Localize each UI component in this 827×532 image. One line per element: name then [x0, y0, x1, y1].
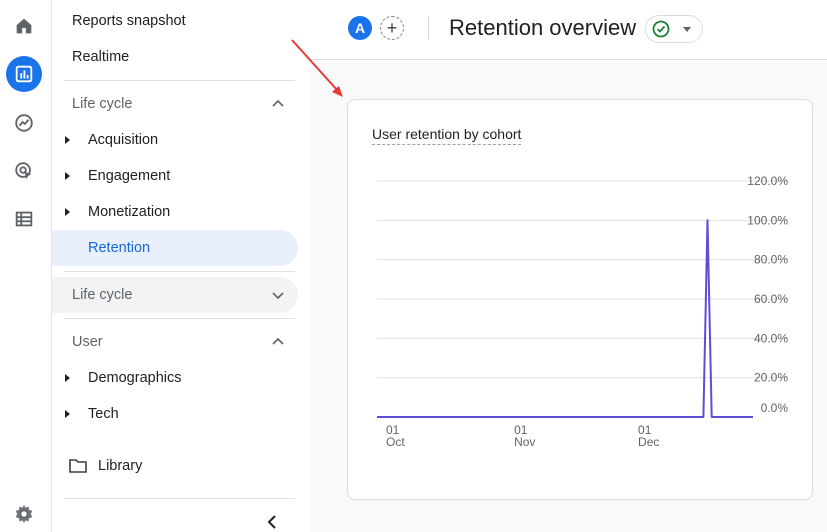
- section-lifecycle-collapsed[interactable]: Life cycle: [52, 277, 298, 313]
- nav-item-label: Demographics: [88, 370, 182, 386]
- y-tick-label: 120.0%: [747, 174, 788, 188]
- chevron-down-icon: [272, 292, 284, 300]
- divider: [64, 80, 295, 81]
- comparison-avatar[interactable]: A: [348, 16, 372, 40]
- configure-icon[interactable]: [6, 201, 42, 237]
- y-tick-label: 60.0%: [754, 292, 788, 306]
- nav-item-tech[interactable]: Tech: [52, 396, 298, 432]
- nav-item-acquisition[interactable]: Acquisition: [52, 122, 298, 158]
- nav-realtime[interactable]: Realtime: [72, 49, 129, 65]
- y-tick-label: 80.0%: [754, 253, 788, 267]
- explore-icon[interactable]: [6, 105, 42, 141]
- section-lifecycle-header[interactable]: Life cycle: [52, 86, 298, 122]
- x-tick-month: Oct: [386, 435, 405, 449]
- left-rail: [0, 0, 52, 532]
- nav-item-label: Retention: [88, 240, 151, 256]
- section-lifecycle-label: Life cycle: [72, 96, 133, 112]
- divider: [64, 318, 295, 319]
- expand-arrow-icon: [65, 172, 70, 180]
- nav-reports-snapshot[interactable]: Reports snapshot: [72, 13, 186, 29]
- section-user-header[interactable]: User: [52, 324, 298, 360]
- gear-icon[interactable]: [6, 496, 42, 532]
- y-tick-label: 20.0%: [754, 371, 788, 385]
- add-comparison-button[interactable]: +: [380, 16, 404, 40]
- caret-down-icon: [683, 27, 691, 32]
- status-dropdown[interactable]: [645, 15, 703, 43]
- page-title: Retention overview: [449, 15, 637, 40]
- y-tick-label: 0.0%: [761, 401, 789, 415]
- reports-nav: Reports snapshot Realtime Life cycle Acq…: [52, 0, 310, 532]
- nav-item-monetization[interactable]: Monetization: [52, 194, 298, 230]
- nav-item-label: Engagement: [88, 168, 171, 184]
- section-lifecycle-collapsed-label: Life cycle: [72, 287, 133, 303]
- folder-icon: [69, 459, 87, 473]
- check-circle-icon: [652, 20, 670, 38]
- expand-arrow-icon: [65, 208, 70, 216]
- main-content: User retention by cohort 120.0% 100.0% 80.…: [310, 61, 827, 532]
- nav-item-demographics[interactable]: Demographics: [52, 360, 298, 396]
- expand-arrow-icon: [65, 410, 70, 418]
- expand-arrow-icon: [65, 136, 70, 144]
- divider: [64, 271, 295, 272]
- reports-icon[interactable]: [6, 56, 42, 92]
- retention-series-line: [377, 219, 753, 418]
- nav-item-label: Monetization: [88, 204, 171, 220]
- chevron-up-icon: [272, 99, 284, 107]
- nav-item-retention[interactable]: Retention: [52, 230, 298, 266]
- nav-library[interactable]: Library: [68, 456, 142, 476]
- divider: [64, 498, 295, 499]
- expand-arrow-icon: [65, 374, 70, 382]
- page-header: A + Retention overview: [310, 0, 827, 60]
- nav-item-label: Acquisition: [88, 132, 159, 148]
- home-icon[interactable]: [6, 8, 42, 44]
- nav-item-label: Tech: [88, 406, 119, 422]
- nav-item-engagement[interactable]: Engagement: [52, 158, 298, 194]
- retention-card: User retention by cohort 120.0% 100.0% 80.…: [347, 99, 813, 500]
- retention-chart: 120.0%100.0%80.0%60.0%40.0%20.0%0.0%01Oc…: [377, 174, 789, 449]
- x-tick-month: Dec: [638, 435, 659, 449]
- header-divider: [428, 16, 429, 40]
- chevron-up-icon: [272, 337, 284, 345]
- advertising-icon[interactable]: [6, 153, 42, 189]
- x-tick-month: Nov: [514, 435, 535, 449]
- y-tick-label: 100.0%: [747, 213, 788, 227]
- chevron-left-icon[interactable]: [262, 512, 282, 532]
- library-label: Library: [98, 458, 143, 474]
- y-tick-label: 40.0%: [754, 331, 788, 345]
- section-user-label: User: [72, 334, 103, 350]
